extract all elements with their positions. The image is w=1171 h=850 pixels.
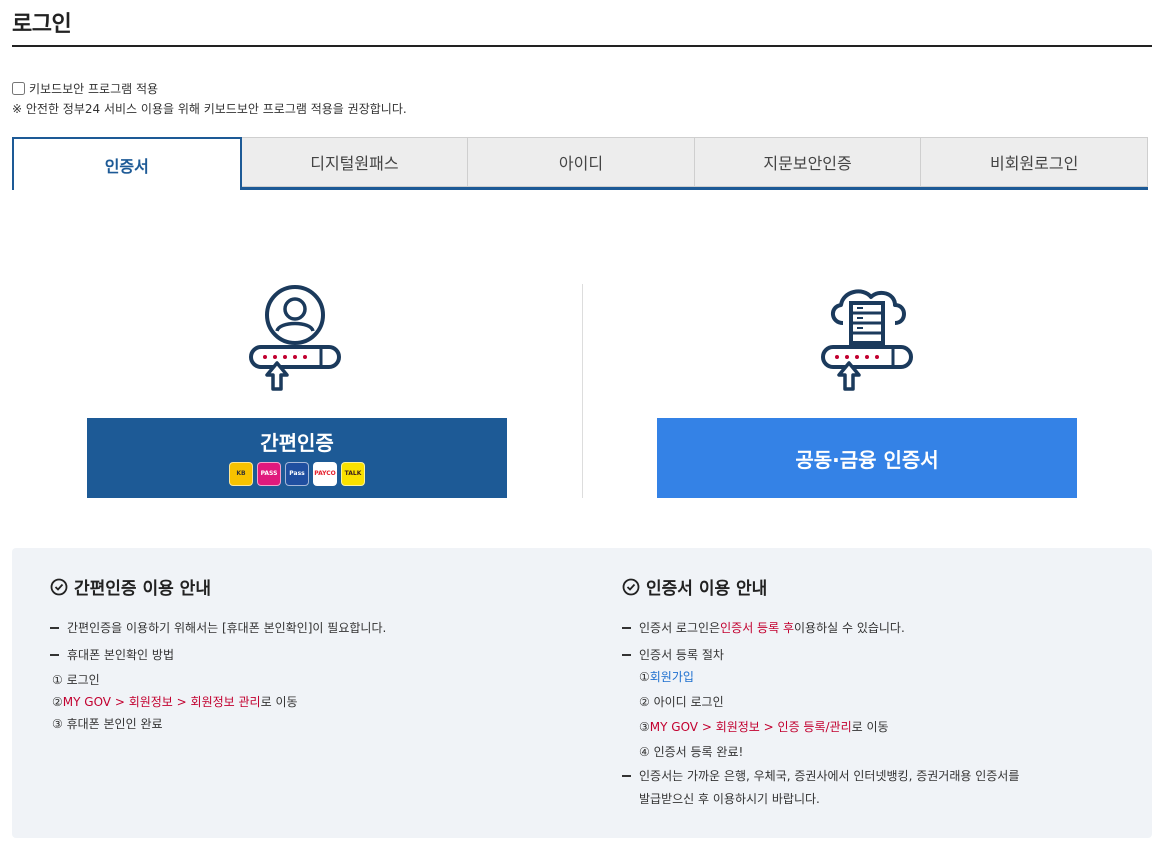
keyboard-security-note: ※ 안전한 정부24 서비스 이용을 위해 키보드보안 프로그램 적용을 권장합… [12, 102, 407, 116]
title-divider [12, 45, 1152, 47]
provider-badges: KB PASS Pass PAYCO TALK [229, 461, 365, 486]
certificate-guide-heading: 인증서 이용 안내 [646, 579, 768, 599]
tab-fingerprint[interactable]: 지문보안인증 [694, 137, 922, 187]
keyboard-security-option[interactable]: 키보드보안 프로그램 적용 [12, 80, 158, 97]
kb-badge-icon: KB [229, 461, 253, 486]
samsung-pass-badge-icon: Pass [285, 461, 309, 486]
login-method-tabs: 인증서 디지털원패스 아이디 지문보안인증 비회원로그인 [12, 137, 1148, 190]
step-item: ② MY GOV > 회원정보 > 회원정보 관리 로 이동 [52, 693, 298, 710]
list-item: 휴대폰 본인확인 방법 [50, 646, 174, 663]
user-password-icon [245, 283, 345, 395]
simple-auth-button[interactable]: 간편인증 KB PASS Pass PAYCO TALK [87, 418, 507, 498]
simple-auth-guide-title: 간편인증 이용 안내 [50, 574, 211, 599]
step-item: ③ 휴대폰 본인인 완료 [52, 717, 163, 731]
step-item: ① 회원가입 [639, 668, 694, 685]
step-item: ② 아이디 로그인 [639, 695, 724, 709]
list-item: 인증서 등록 절차 [622, 646, 724, 663]
list-item: 인증서 로그인은 인증서 등록 후 이용하실 수 있습니다. [622, 619, 905, 636]
check-circle-icon [50, 578, 68, 595]
simple-auth-label: 간편인증 [260, 430, 334, 455]
keyboard-security-checkbox[interactable] [12, 82, 25, 95]
tab-id[interactable]: 아이디 [468, 137, 695, 187]
tab-certificate[interactable]: 인증서 [12, 137, 242, 190]
kakao-talk-badge-icon: TALK [341, 461, 365, 486]
tab-digital-onepass[interactable]: 디지털원패스 [241, 137, 469, 187]
list-item: 인증서는 가까운 은행, 우체국, 증권사에서 인터넷뱅킹, 증권거래용 인증서… [622, 767, 1019, 784]
certificate-guide-title: 인증서 이용 안내 [622, 574, 767, 599]
signup-link[interactable]: 회원가입 [650, 668, 694, 685]
certificate-button[interactable]: 공동·금융 인증서 [657, 418, 1077, 498]
check-circle-icon [622, 578, 640, 595]
cloud-server-password-icon [815, 283, 919, 395]
certificate-button-label: 공동·금융 인증서 [795, 447, 939, 472]
tab-non-member[interactable]: 비회원로그인 [921, 137, 1148, 187]
menu-path-link[interactable]: MY GOV > 회원정보 > 회원정보 관리 [63, 693, 261, 710]
simple-auth-guide-heading: 간편인증 이용 안내 [74, 579, 211, 599]
list-item: 간편인증을 이용하기 위해서는 [휴대폰 본인확인]이 필요합니다. [50, 619, 386, 636]
step-item: ④ 인증서 등록 완료! [639, 745, 744, 759]
usage-guide-panel: 간편인증 이용 안내 간편인증을 이용하기 위해서는 [휴대폰 본인확인]이 필… [12, 548, 1152, 838]
page-title: 로그인 [12, 12, 72, 37]
list-item-continued: 발급받으신 후 이용하시기 바랍니다. [639, 792, 820, 806]
step-item: ① 로그인 [52, 673, 100, 687]
menu-path-link[interactable]: MY GOV > 회원정보 > 인증 등록/관리 [650, 718, 852, 735]
options-divider [582, 284, 583, 498]
step-item: ③ MY GOV > 회원정보 > 인증 등록/관리 로 이동 [639, 718, 889, 735]
pass-badge-icon: PASS [257, 461, 281, 486]
payco-badge-icon: PAYCO [313, 461, 337, 486]
keyboard-security-label: 키보드보안 프로그램 적용 [29, 82, 159, 96]
